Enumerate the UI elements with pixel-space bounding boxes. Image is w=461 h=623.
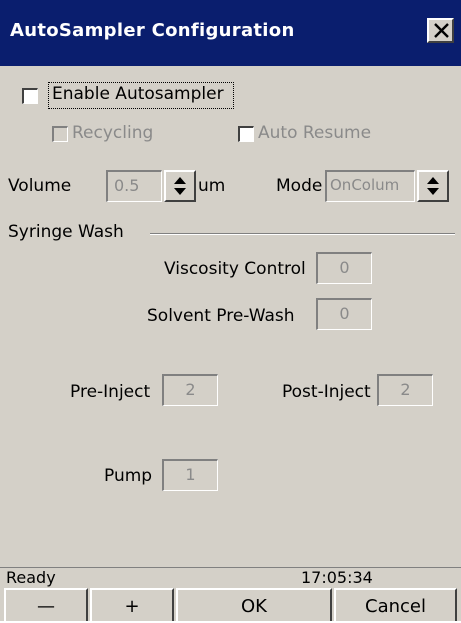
viscosity-control-field[interactable]: 0 [316, 252, 372, 284]
up-down-arrows-icon [174, 177, 186, 195]
plus-button[interactable]: + [90, 588, 174, 621]
post-inject-field[interactable]: 2 [377, 374, 433, 406]
syringe-wash-group-label: Syringe Wash [8, 222, 124, 242]
mode-field[interactable]: OnColum [325, 170, 415, 202]
pump-field[interactable]: 1 [162, 459, 218, 491]
group-divider [150, 233, 455, 235]
window-title: AutoSampler Configuration [10, 20, 295, 41]
volume-field[interactable]: 0.5 [106, 170, 162, 202]
auto-resume-checkbox[interactable] [238, 126, 254, 142]
enable-autosampler-checkbox[interactable] [22, 88, 38, 104]
volume-spinner[interactable] [164, 170, 196, 202]
recycling-checkbox[interactable] [52, 126, 68, 142]
volume-unit: um [198, 176, 226, 196]
minus-button[interactable]: — [4, 588, 88, 621]
cancel-button[interactable]: Cancel [334, 588, 457, 621]
title-bar: AutoSampler Configuration [0, 0, 461, 66]
status-time: 17:05:34 [301, 568, 373, 587]
ok-button[interactable]: OK [176, 588, 332, 621]
viscosity-control-label: Viscosity Control [164, 259, 306, 279]
solvent-pre-wash-field[interactable]: 0 [316, 298, 372, 330]
close-button[interactable] [427, 18, 454, 43]
auto-resume-label[interactable]: Auto Resume [258, 123, 371, 143]
mode-label: Mode [276, 176, 323, 196]
dialog-body: Enable Autosampler Recycling Auto Resume… [0, 66, 461, 567]
pre-inject-field[interactable]: 2 [162, 374, 218, 406]
solvent-pre-wash-label: Solvent Pre-Wash [147, 306, 295, 326]
enable-autosampler-label[interactable]: Enable Autosampler [52, 84, 224, 104]
status-bar: Ready 17:05:34 [0, 567, 461, 588]
pre-inject-label: Pre-Inject [70, 382, 151, 402]
mode-spinner[interactable] [417, 170, 449, 202]
pump-label: Pump [104, 466, 153, 486]
up-down-arrows-icon [427, 177, 439, 195]
status-text: Ready [6, 568, 56, 587]
close-icon [434, 23, 449, 38]
recycling-label[interactable]: Recycling [72, 123, 153, 143]
button-row: — + OK Cancel [0, 588, 461, 621]
post-inject-label: Post-Inject [282, 382, 371, 402]
volume-label: Volume [8, 176, 72, 196]
